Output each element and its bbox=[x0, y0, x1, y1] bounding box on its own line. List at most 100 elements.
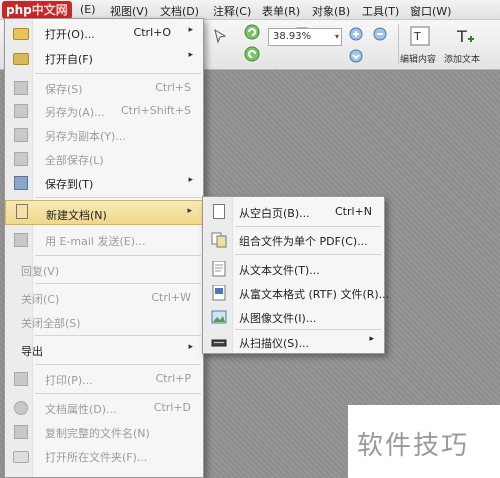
submenu-item-label: 从图像文件(I)... bbox=[239, 312, 317, 325]
edit-content-icon[interactable]: T bbox=[408, 24, 432, 48]
menu-separator bbox=[35, 73, 201, 74]
scanner-icon bbox=[211, 334, 227, 350]
zoom-value: 38.93% bbox=[273, 31, 312, 42]
menu-edit-suffix[interactable]: (E) bbox=[80, 3, 96, 16]
submenu-item-combine-files[interactable]: 组合文件为单个 PDF(C)... bbox=[203, 229, 384, 251]
zoom-combo[interactable]: 38.93% ▾ bbox=[268, 28, 342, 46]
submenu-item-label: 从富文本格式 (RTF) 文件(R)... bbox=[239, 288, 390, 301]
submenu-arrow-icon: ▸ bbox=[188, 175, 193, 185]
svg-text:T: T bbox=[456, 27, 467, 46]
menu-item-label: 打印(P)... bbox=[45, 374, 93, 387]
menu-item-new-document[interactable]: 新建文档(N) ▸ bbox=[5, 200, 203, 225]
menu-item-save-as[interactable]: 另存为(A)... Ctrl+Shift+S bbox=[5, 100, 203, 122]
menu-item-save-copy[interactable]: 另存为副本(Y)... bbox=[5, 124, 203, 146]
menu-comment[interactable]: 注释(C) bbox=[213, 3, 251, 19]
menu-item-label: 另存为副本(Y)... bbox=[45, 130, 126, 143]
menu-window[interactable]: 窗口(W) bbox=[410, 3, 451, 19]
zoom-in-icon[interactable] bbox=[346, 24, 366, 44]
menu-separator bbox=[35, 255, 201, 256]
submenu-item-text-file[interactable]: 从文本文件(T)... bbox=[203, 258, 384, 280]
new-document-submenu: 从空白页(B)... Ctrl+N 组合文件为单个 PDF(C)... 从文本文… bbox=[202, 196, 389, 354]
menu-separator bbox=[35, 393, 201, 394]
menu-item-shortcut: Ctrl+S bbox=[155, 81, 191, 94]
menu-item-shortcut: Ctrl+O bbox=[133, 26, 171, 39]
save-all-icon bbox=[13, 151, 29, 167]
combine-files-icon bbox=[211, 232, 227, 248]
menu-item-save-to[interactable]: 保存到(T) ▸ bbox=[5, 172, 203, 194]
menu-item-shortcut: Ctrl+P bbox=[155, 372, 191, 385]
menu-item-save[interactable]: 保存(S) Ctrl+S bbox=[5, 77, 203, 99]
submenu-separator bbox=[235, 329, 381, 330]
submenu-item-label: 组合文件为单个 PDF(C)... bbox=[239, 235, 368, 248]
logo-sub: 中文网 bbox=[31, 3, 68, 17]
menu-view[interactable]: 视图(V) bbox=[110, 3, 148, 19]
add-text-label[interactable]: 添加文本 bbox=[444, 52, 480, 65]
menu-item-copy-filename[interactable]: 复制完整的文件名(N) bbox=[5, 421, 203, 443]
menu-item-close-all[interactable]: 关闭全部(S) bbox=[5, 311, 203, 333]
menu-item-label: 打开所在文件夹(F)... bbox=[45, 451, 148, 464]
menu-form[interactable]: 表单(R) bbox=[262, 3, 300, 19]
new-document-icon bbox=[14, 204, 30, 220]
svg-text:T: T bbox=[413, 30, 421, 43]
menu-item-close[interactable]: 关闭(C) Ctrl+W bbox=[5, 287, 203, 309]
menu-item-label: 打开(O)... bbox=[45, 28, 95, 41]
add-text-icon[interactable]: T bbox=[452, 24, 476, 48]
properties-icon bbox=[13, 400, 29, 416]
menu-item-email[interactable]: 用 E-mail 发送(E)... bbox=[5, 229, 203, 251]
submenu-arrow-icon: ▸ bbox=[369, 334, 374, 344]
menu-item-label: 保存到(T) bbox=[45, 178, 94, 191]
image-file-icon bbox=[211, 309, 227, 325]
save-to-icon bbox=[13, 175, 29, 191]
submenu-item-blank-page[interactable]: 从空白页(B)... Ctrl+N bbox=[203, 201, 384, 223]
menu-item-label: 回复(V) bbox=[21, 265, 60, 278]
submenu-item-label: 从空白页(B)... bbox=[239, 207, 310, 220]
menu-item-label: 关闭(C) bbox=[21, 293, 60, 306]
menu-separator bbox=[35, 197, 201, 198]
menu-item-label: 关闭全部(S) bbox=[21, 317, 81, 330]
menu-item-label: 用 E-mail 发送(E)... bbox=[45, 235, 146, 248]
zoom-out-icon[interactable] bbox=[370, 24, 390, 44]
submenu-separator bbox=[235, 226, 381, 227]
menu-item-label: 新建文档(N) bbox=[46, 209, 107, 222]
menu-item-print[interactable]: 打印(P)... Ctrl+P bbox=[5, 368, 203, 390]
toolbar-separator bbox=[398, 24, 399, 64]
submenu-item-scanner[interactable]: 从扫描仪(S)... ▸ bbox=[203, 331, 384, 353]
submenu-arrow-icon: ▸ bbox=[188, 342, 193, 352]
text-file-icon bbox=[211, 260, 227, 277]
menu-document[interactable]: 文档(D) bbox=[160, 3, 199, 19]
rotate-ccw-icon[interactable] bbox=[242, 44, 262, 64]
submenu-arrow-icon: ▸ bbox=[188, 50, 193, 60]
save-as-icon bbox=[13, 103, 29, 119]
menu-object[interactable]: 对象(B) bbox=[312, 3, 350, 19]
menu-item-shortcut: Ctrl+D bbox=[153, 401, 191, 414]
menu-item-open-from[interactable]: 打开自(F) ▸ bbox=[5, 47, 203, 69]
menu-item-export[interactable]: 导出 ▸ bbox=[5, 339, 203, 361]
menu-item-label: 打开自(F) bbox=[45, 53, 93, 66]
submenu-item-image-file[interactable]: 从图像文件(I)... bbox=[203, 306, 384, 328]
rtf-file-icon bbox=[211, 284, 227, 301]
email-icon bbox=[13, 232, 29, 248]
menu-item-save-all[interactable]: 全部保存(L) bbox=[5, 148, 203, 170]
menu-item-label: 保存(S) bbox=[45, 83, 83, 96]
menu-tools[interactable]: 工具(T) bbox=[362, 3, 399, 19]
menu-separator bbox=[35, 283, 201, 284]
menu-item-label: 复制完整的文件名(N) bbox=[45, 427, 150, 440]
menu-item-label: 全部保存(L) bbox=[45, 154, 104, 167]
submenu-separator bbox=[235, 254, 381, 255]
folder-open-from-icon bbox=[13, 50, 29, 66]
rotate-cw-icon[interactable] bbox=[242, 22, 262, 42]
print-icon bbox=[13, 371, 29, 387]
copy-filename-icon bbox=[13, 424, 29, 440]
submenu-item-rtf-file[interactable]: 从富文本格式 (RTF) 文件(R)... bbox=[203, 282, 389, 304]
logo-main: php bbox=[6, 3, 32, 17]
menu-item-open[interactable]: 打开(O)... Ctrl+O ▸ bbox=[5, 22, 203, 44]
menu-item-shortcut: Ctrl+Shift+S bbox=[121, 104, 191, 117]
select-tool-icon[interactable] bbox=[210, 26, 230, 46]
menu-item-open-containing-folder[interactable]: 打开所在文件夹(F)... bbox=[5, 445, 203, 467]
edit-content-label[interactable]: 编辑内容 bbox=[400, 52, 436, 65]
menu-item-label: 导出 bbox=[21, 345, 43, 358]
menu-item-shortcut: Ctrl+W bbox=[151, 291, 191, 304]
menu-item-document-properties[interactable]: 文档属性(D)... Ctrl+D bbox=[5, 397, 203, 419]
zoom-dropdown-icon[interactable] bbox=[346, 46, 366, 66]
menu-item-reply[interactable]: 回复(V) bbox=[5, 259, 203, 281]
